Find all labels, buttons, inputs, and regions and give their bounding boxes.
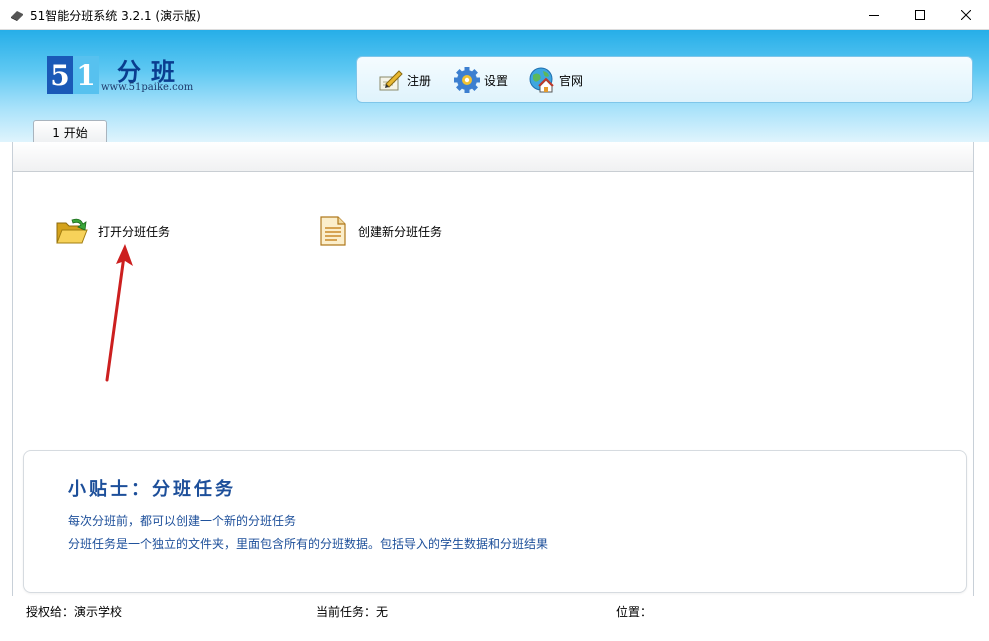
main-content: 打开分班任务 创建新分班任务 小贴士：分班任务 每次分班前，都可以创建一个新的分… [12, 142, 974, 596]
register-button[interactable]: 注册 [376, 65, 431, 95]
register-label: 注册 [407, 72, 431, 89]
status-position: 位置： [616, 603, 652, 620]
settings-button[interactable]: 设置 [453, 65, 508, 95]
create-task-button[interactable]: 创建新分班任务 [319, 215, 442, 247]
logo-mark: 5 1 [47, 56, 99, 94]
toolbar: 注册 [356, 56, 973, 103]
maximize-icon [915, 10, 925, 20]
tips-panel: 小贴士：分班任务 每次分班前，都可以创建一个新的分班任务 分班任务是一个独立的文… [23, 450, 967, 593]
tips-title: 小贴士：分班任务 [68, 475, 236, 501]
new-document-icon [319, 215, 347, 247]
website-label: 官网 [559, 72, 583, 89]
header-banner: 5 1 分班 www.51paike.com 注册 [0, 30, 989, 142]
create-task-label: 创建新分班任务 [358, 223, 442, 240]
app-icon [9, 8, 25, 22]
globe-home-icon [528, 66, 556, 94]
close-icon [961, 10, 971, 20]
logo-digit-5: 5 [47, 56, 73, 94]
close-button[interactable] [943, 0, 989, 30]
tab-start[interactable]: 1 开始 [33, 120, 107, 143]
register-pen-icon [376, 67, 404, 93]
logo-digit-1: 1 [73, 56, 99, 94]
tab-start-label: 1 开始 [52, 124, 87, 141]
maximize-button[interactable] [897, 0, 943, 30]
status-current-task: 当前任务：无 [316, 603, 388, 620]
open-task-label: 打开分班任务 [98, 223, 170, 240]
logo-url: www.51paike.com [101, 82, 193, 93]
tips-line: 分班任务是一个独立的文件夹，里面包含所有的分班数据。包括导入的学生数据和分班结果 [68, 535, 548, 552]
gear-icon [453, 66, 481, 94]
website-button[interactable]: 官网 [528, 65, 583, 95]
minimize-icon [869, 10, 879, 20]
window-title: 51智能分班系统 3.2.1 (演示版) [30, 7, 201, 24]
content-header-strip [13, 142, 973, 172]
minimize-button[interactable] [851, 0, 897, 30]
open-folder-icon [55, 215, 89, 247]
title-bar: 51智能分班系统 3.2.1 (演示版) [0, 0, 989, 30]
status-license: 授权给：演示学校 [26, 603, 122, 620]
status-bar: 授权给：演示学校 当前任务：无 位置： [0, 596, 989, 641]
red-arrow-annotation [99, 242, 139, 387]
tips-line: 每次分班前，都可以创建一个新的分班任务 [68, 512, 296, 529]
settings-label: 设置 [484, 72, 508, 89]
